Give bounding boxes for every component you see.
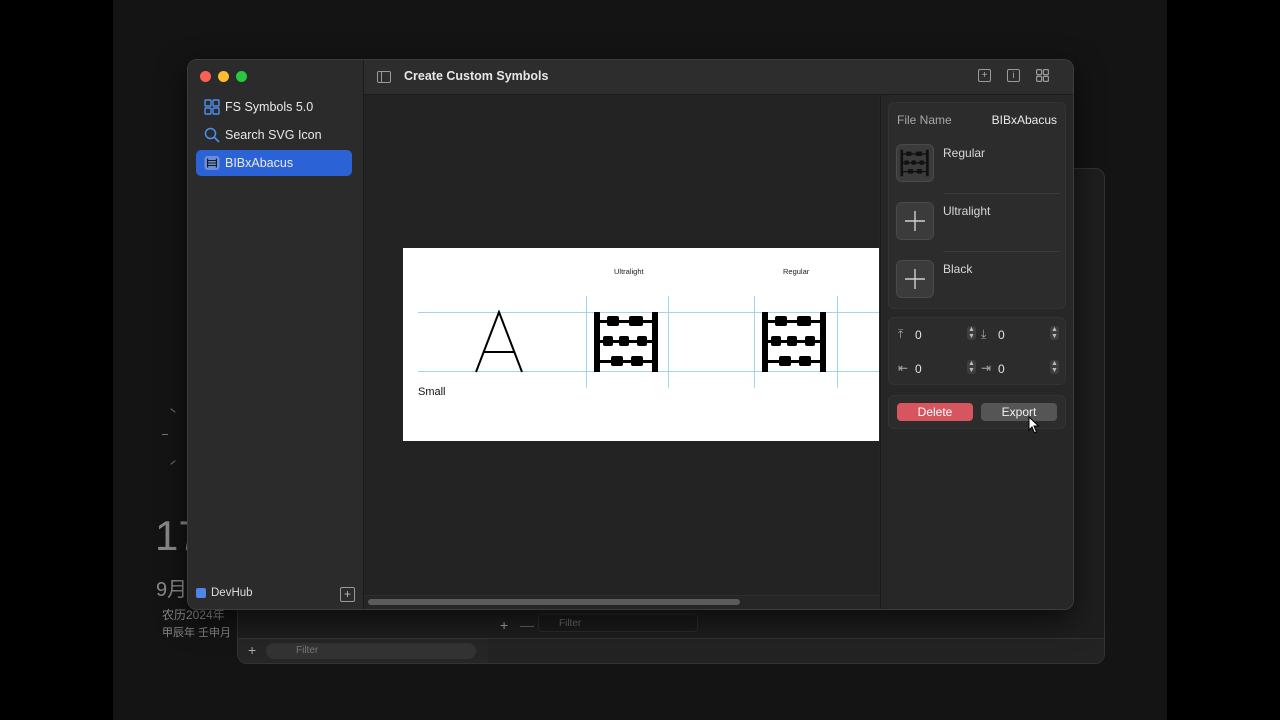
stepper[interactable]: ▲ ▼ [967, 360, 976, 374]
toolbar: Create Custom Symbols + i [364, 60, 1073, 95]
preview-area: Ultralight Regular Small [364, 95, 879, 609]
filter-placeholder: Filter [559, 618, 582, 629]
main-window: FS Symbols 5.0 Search SVG Icon BIBxAbacu… [187, 59, 1074, 610]
sidebar-item-search-svg[interactable]: Search SVG Icon [196, 122, 352, 148]
divider [943, 251, 1060, 252]
right-margin-value[interactable]: 0 [998, 362, 1005, 376]
add-icon[interactable]: + [248, 642, 256, 658]
stepper[interactable]: ▲ ▼ [1050, 326, 1059, 340]
right-margin-field[interactable]: ⇥ 0 ▲ ▼ [981, 359, 1059, 379]
devhub-icon [196, 588, 206, 598]
add-symbol-icon[interactable]: + [978, 69, 991, 82]
sidebar: FS Symbols 5.0 Search SVG Icon BIBxAbacu… [188, 60, 364, 609]
weight-row-regular[interactable]: Regular [896, 144, 1060, 194]
top-margin-field[interactable]: ⤒ 0 ▲ ▼ [898, 325, 976, 345]
stepper[interactable]: ▲ ▼ [1050, 360, 1059, 374]
weights-panel: File Name BIBxAbacus Regular Ultralight [888, 102, 1066, 309]
sidebar-item-label: BIBxAbacus [225, 156, 294, 170]
bottom-margin-field[interactable]: ⤓ 0 ▲ ▼ [981, 325, 1059, 345]
close-button[interactable] [200, 71, 211, 82]
file-name-label: File Name [897, 113, 952, 127]
minimize-button[interactable] [218, 71, 229, 82]
margins-panel: ⤒ 0 ▲ ▼ ⤓ 0 ▲ ▼ ⇤ 0 ▲ ▼ ⇥ 0 ▲ ▼ [888, 317, 1066, 385]
mouse-cursor-icon [1028, 416, 1040, 434]
inspector-panel: File Name BIBxAbacus Regular Ultralight [880, 95, 1073, 609]
remove-icon[interactable]: — [520, 617, 534, 633]
add-item-button[interactable]: + [340, 587, 355, 602]
plus-icon [905, 269, 925, 289]
left-margin-value[interactable]: 0 [915, 362, 922, 376]
arrow-left-to-line-icon: ⇤ [898, 361, 909, 375]
horizontal-scrollbar[interactable] [364, 595, 879, 609]
sidebar-item-label: FS Symbols 5.0 [225, 100, 314, 114]
plus-icon [905, 211, 925, 231]
arrow-up-to-line-icon: ⤒ [898, 327, 904, 341]
background-filter-field[interactable]: Filter [538, 614, 698, 632]
size-label: Small [418, 386, 446, 398]
sidebar-item-bibxabacus[interactable]: BIBxAbacus [196, 150, 352, 176]
add-black-button[interactable] [896, 260, 934, 298]
guide-line [837, 296, 838, 388]
clock-month: 9月 [156, 579, 188, 601]
export-button[interactable]: Export [981, 403, 1057, 421]
add-icon[interactable]: + [500, 617, 508, 633]
grid-icon [203, 99, 220, 116]
weight-row-black[interactable]: Black [896, 260, 1060, 310]
background-filter-input[interactable]: Filter [266, 643, 476, 659]
symbol-template-canvas: Ultralight Regular Small [403, 248, 879, 441]
devhub-label: DevHub [211, 587, 253, 599]
top-margin-value[interactable]: 0 [915, 328, 922, 342]
abacus-icon [900, 149, 929, 177]
weight-label: Black [943, 262, 973, 276]
arrow-right-to-line-icon: ⇥ [981, 361, 992, 375]
divider [943, 193, 1060, 194]
clock-lunar-month: 甲辰年 壬申月 [162, 627, 232, 639]
filter-placeholder: Filter [296, 645, 319, 656]
window-controls [200, 71, 247, 82]
column-caption-ultralight: Ultralight [614, 267, 644, 276]
regular-weight-thumbnail[interactable] [896, 144, 934, 182]
guide-line [586, 296, 587, 388]
clock-tick [162, 434, 168, 435]
weight-label: Regular [943, 146, 986, 160]
info-icon[interactable]: i [1007, 69, 1020, 82]
search-icon [203, 127, 220, 144]
grid-view-icon[interactable] [1036, 69, 1050, 83]
weight-row-ultralight[interactable]: Ultralight [896, 202, 1060, 252]
guide-line [754, 296, 755, 388]
add-ultralight-button[interactable] [896, 202, 934, 240]
bottom-margin-value[interactable]: 0 [998, 328, 1005, 342]
background-bottom-bar-right [488, 638, 1104, 663]
guide-line [668, 296, 669, 388]
file-name-value[interactable]: BIBxAbacus [992, 113, 1057, 127]
file-name-row: File Name BIBxAbacus [897, 113, 1057, 127]
stepper[interactable]: ▲ ▼ [967, 326, 976, 340]
devhub-link[interactable]: DevHub [196, 587, 253, 599]
sidebar-item-fs-symbols[interactable]: FS Symbols 5.0 [196, 94, 352, 120]
sidebar-item-label: Search SVG Icon [225, 128, 322, 142]
sample-letter-glyph [475, 310, 523, 373]
window-title: Create Custom Symbols [404, 69, 549, 83]
background-bottom-bar: + Filter [238, 638, 488, 663]
abacus-symbol-ultralight [594, 312, 658, 372]
scrollbar-thumb[interactable] [368, 599, 740, 605]
arrow-down-to-line-icon: ⤓ [981, 327, 987, 341]
delete-button[interactable]: Delete [897, 403, 973, 421]
weight-label: Ultralight [943, 204, 991, 218]
zoom-button[interactable] [236, 71, 247, 82]
abacus-icon [203, 155, 220, 172]
sidebar-toggle-icon[interactable] [377, 71, 391, 83]
left-margin-field[interactable]: ⇤ 0 ▲ ▼ [898, 359, 976, 379]
column-caption-regular: Regular [783, 267, 810, 276]
abacus-symbol-regular [762, 312, 826, 372]
